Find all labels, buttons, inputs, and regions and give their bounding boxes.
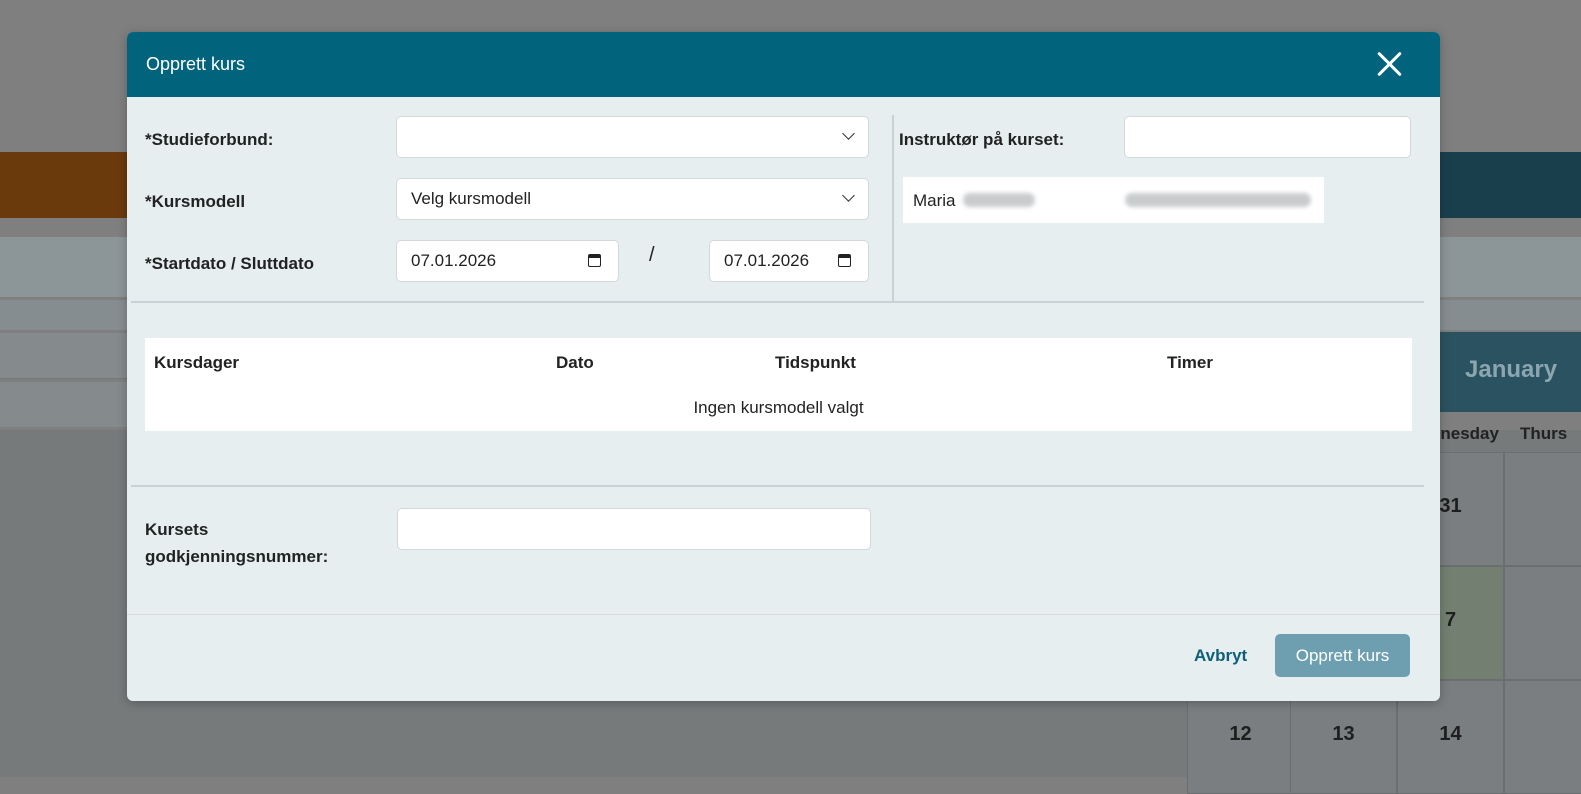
cancel-button[interactable]: Avbryt [1194, 646, 1247, 666]
kursmodell-value: Velg kursmodell [411, 189, 532, 208]
calendar-day-number: 14 [1439, 723, 1462, 745]
modal-title: Opprett kurs [146, 54, 246, 74]
end-date-value: 07.01.2026 [724, 251, 810, 270]
background-list-item [0, 333, 130, 379]
calendar-day: 8 [1504, 566, 1581, 680]
kursmodell-label: *Kursmodell [145, 192, 246, 211]
section-divider [131, 485, 1424, 487]
godkjenningsnummer-input[interactable] [397, 508, 871, 550]
calendar-month: January [1465, 356, 1558, 383]
course-days-table: Kursdager Dato Tidspunkt Timer Ingen kur… [145, 338, 1412, 431]
instructor-label: Instruktør på kurset: [899, 130, 1065, 149]
godkjenning-label-line1: Kursets [145, 520, 209, 539]
table-header-tidspunkt: Tidspunkt [775, 353, 856, 372]
column-divider [892, 115, 894, 302]
studieforbund-label: *Studieforbund: [145, 130, 274, 149]
calendar-day: 1 [1504, 452, 1581, 566]
start-date-input[interactable]: 07.01.2026 [396, 240, 619, 282]
kursmodell-select[interactable]: Velg kursmodell [396, 178, 869, 220]
instructor-email-redacted [1125, 193, 1311, 207]
background-list-item [0, 382, 130, 427]
godkjenning-label-line2: godkjenningsnummer: [145, 547, 329, 566]
instructor-first-name: Maria [913, 191, 956, 210]
studieforbund-select[interactable] [396, 116, 869, 158]
create-course-modal: Opprett kurs *Studieforbund: *Kursmodell… [127, 32, 1440, 701]
table-header-timer: Timer [1167, 353, 1213, 372]
calendar-day-number: 13 [1332, 723, 1355, 745]
end-date-input[interactable]: 07.01.2026 [709, 240, 869, 282]
calendar-day-number: 12 [1229, 723, 1252, 745]
instructor-search-input[interactable] [1124, 116, 1411, 158]
weekday-label: Thurs [1520, 424, 1568, 443]
section-divider [131, 301, 1424, 303]
create-course-button[interactable]: Opprett kurs [1275, 634, 1410, 677]
chevron-down-icon [842, 189, 855, 202]
date-separator: / [649, 244, 655, 266]
modal-header: Opprett kurs [127, 32, 1440, 97]
close-icon[interactable] [1374, 49, 1404, 79]
table-header-dato: Dato [556, 353, 594, 372]
chevron-down-icon [842, 127, 855, 140]
instructor-result-item[interactable]: Maria [903, 177, 1324, 223]
table-empty-message: Ingen kursmodell valgt [693, 398, 864, 417]
calendar-icon[interactable] [588, 254, 601, 267]
instructor-last-name-redacted [963, 193, 1035, 207]
footer-divider [127, 614, 1440, 615]
weekday-label: dnesday [1430, 424, 1499, 443]
dates-label: *Startdato / Sluttdato [145, 254, 315, 273]
calendar-icon[interactable] [838, 254, 851, 267]
start-date-value: 07.01.2026 [411, 251, 497, 270]
table-header-kursdager: Kursdager [154, 353, 240, 372]
